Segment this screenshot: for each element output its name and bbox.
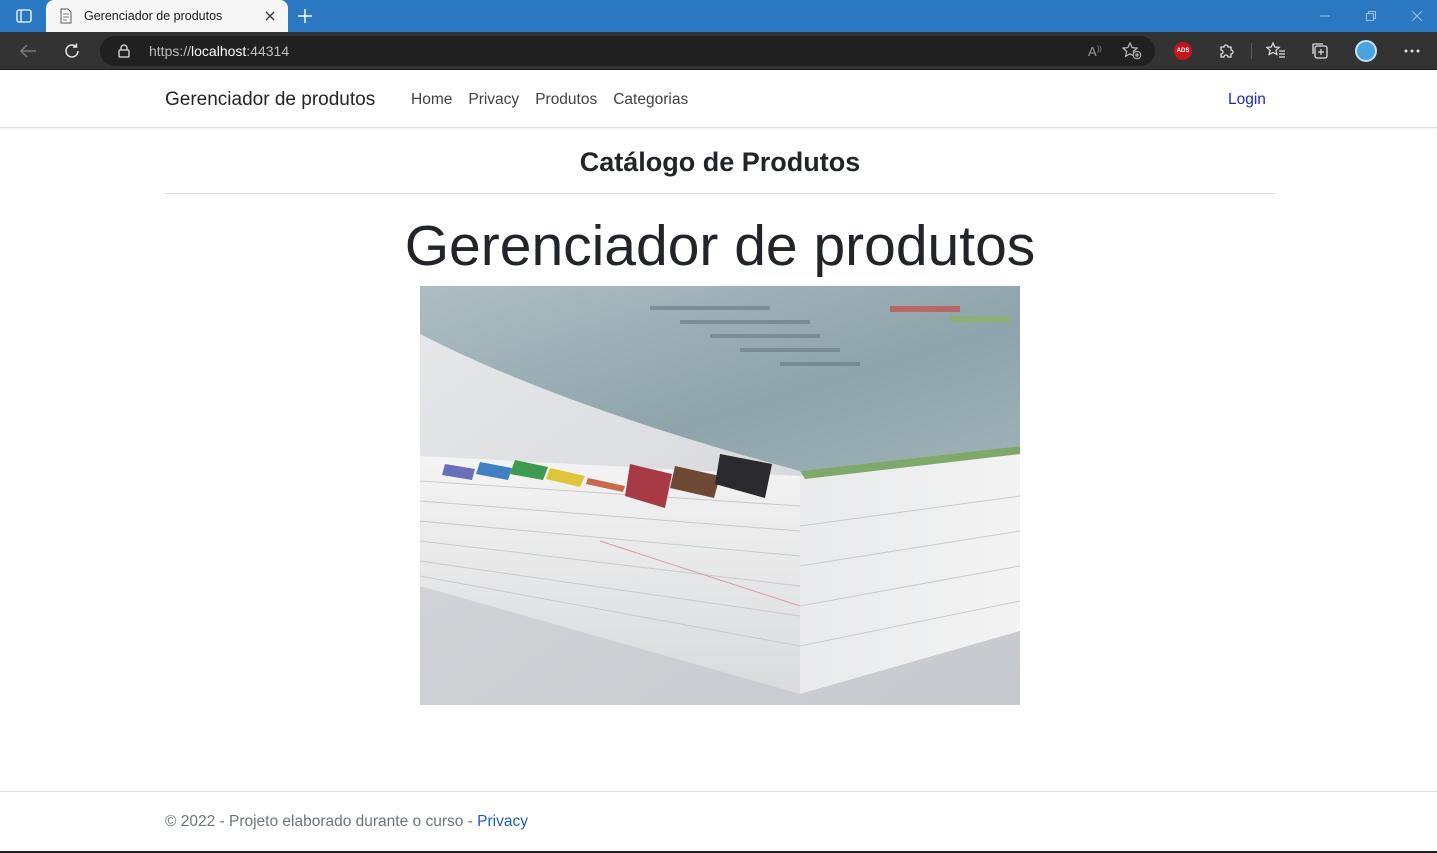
url-scheme: https:// [149, 43, 192, 59]
restore-icon [1366, 11, 1376, 21]
close-icon [1411, 10, 1423, 22]
avatar [1355, 40, 1377, 62]
plus-icon [298, 9, 312, 23]
tab-actions-button[interactable] [10, 6, 38, 26]
refresh-icon [65, 43, 79, 58]
back-button[interactable] [15, 39, 41, 63]
login-link[interactable]: Login [1228, 91, 1266, 109]
close-icon [265, 11, 275, 21]
settings-menu-button[interactable] [1399, 39, 1425, 63]
add-favorite-button[interactable] [1120, 41, 1144, 61]
display-title: Gerenciador de produtos [404, 214, 1036, 278]
restore-button[interactable] [1356, 6, 1386, 26]
browser-tab-strip: Gerenciador de produtos [0, 0, 1437, 32]
favorites-list-icon [1266, 42, 1285, 58]
svg-text:A: A [1088, 44, 1097, 59]
page-heading: Catálogo de Produtos [579, 147, 861, 177]
nav-link-home[interactable]: Home [411, 91, 452, 109]
book-illustration [420, 286, 1020, 705]
active-tab[interactable]: Gerenciador de produtos [46, 0, 288, 32]
footer-divider [0, 791, 1437, 792]
extensions-button[interactable] [1214, 39, 1240, 63]
new-tab-button[interactable] [294, 6, 316, 26]
navbar-brand[interactable]: Gerenciador de produtos [165, 89, 375, 111]
tab-close-button[interactable] [262, 8, 278, 24]
minimize-icon [1320, 15, 1330, 17]
url-host: localhost [191, 43, 247, 59]
nav-link-privacy[interactable]: Privacy [468, 91, 519, 109]
read-aloud-button[interactable]: A)) [1084, 41, 1108, 61]
puzzle-icon [1220, 44, 1234, 58]
close-window-button[interactable] [1402, 6, 1432, 26]
read-aloud-icon: A)) [1088, 44, 1102, 59]
footer-privacy-link[interactable]: Privacy [477, 813, 528, 830]
more-dots-icon [1404, 49, 1420, 53]
page-favicon-icon [60, 8, 72, 24]
nav-link-categorias[interactable]: Categorias [613, 91, 688, 109]
nav-links: Home Privacy Produtos Categorias [411, 91, 688, 109]
collections-button[interactable] [1307, 39, 1333, 63]
profile-button[interactable] [1353, 39, 1379, 63]
tab-title: Gerenciador de produtos [84, 9, 223, 23]
star-add-icon [1122, 42, 1142, 60]
lock-icon [118, 44, 130, 58]
arrow-left-icon [19, 44, 36, 58]
svg-text:)): )) [1097, 46, 1102, 53]
site-navbar: Gerenciador de produtos Home Privacy Pro… [0, 71, 1437, 128]
hero-book-image [420, 286, 1020, 705]
minimize-button[interactable] [1310, 6, 1340, 26]
url-text: https://localhost:44314 [149, 43, 289, 59]
favorites-button[interactable] [1263, 39, 1289, 63]
address-bar[interactable]: https://localhost:44314 A)) [100, 36, 1155, 66]
web-page: Gerenciador de produtos Home Privacy Pro… [0, 71, 1437, 853]
ads-extension-icon: ADS [1174, 42, 1192, 60]
collections-icon [1312, 43, 1328, 59]
tab-actions-icon [16, 9, 32, 23]
browser-toolbar: https://localhost:44314 A)) ADS [0, 32, 1437, 70]
refresh-button[interactable] [59, 39, 85, 63]
url-port: :44314 [246, 43, 290, 59]
footer-text: © 2022 - Projeto elaborado durante o cur… [165, 813, 478, 830]
site-footer: © 2022 - Projeto elaborado durante o cur… [165, 813, 528, 831]
heading-divider [165, 193, 1275, 194]
toolbar-divider [1251, 43, 1252, 59]
ads-extension-button[interactable]: ADS [1170, 39, 1196, 63]
nav-link-produtos[interactable]: Produtos [535, 91, 597, 109]
